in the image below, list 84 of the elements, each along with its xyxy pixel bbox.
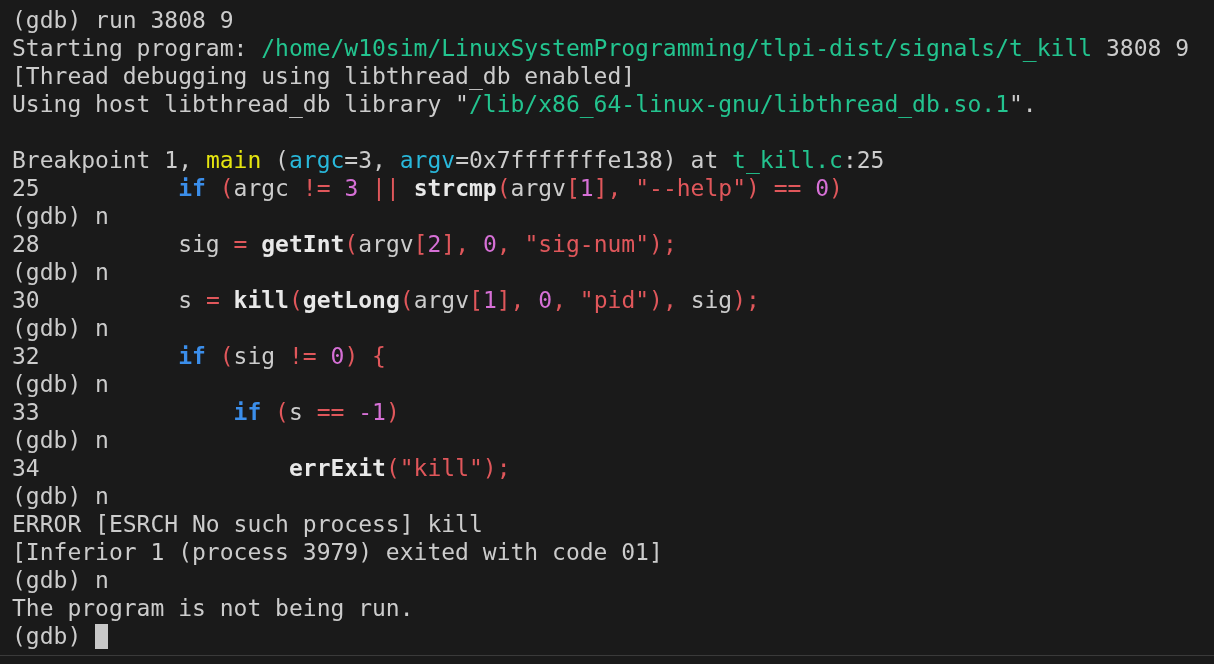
terminal-text: argc	[233, 174, 290, 202]
terminal-text: :25	[842, 146, 885, 174]
terminal-text: [Thread debugging using libthread_db enabled]	[12, 62, 636, 90]
code-keyword: if	[178, 174, 206, 202]
terminal-text: argv	[358, 230, 414, 258]
file-path: /lib/x86_64-linux-gnu/libthread_db.so.1	[468, 90, 1009, 118]
parameter-name: argc	[288, 146, 345, 174]
terminal-text: Starting program:	[12, 34, 249, 62]
terminal-text: sig	[233, 342, 277, 370]
terminal-text: 28 sig	[12, 230, 221, 258]
function-call: strcmp	[412, 174, 497, 202]
terminal-text: 32	[12, 342, 41, 370]
terminal-text: (gdb) n	[12, 370, 109, 398]
terminal-text: (gdb) n	[12, 482, 109, 510]
code-symbols: [	[469, 286, 483, 314]
file-path: t_kill.c	[732, 146, 843, 174]
terminal-text: Breakpoint 1,	[12, 146, 193, 174]
terminal-text: s	[288, 398, 304, 426]
code-keyword: if	[178, 342, 206, 370]
code-symbols: (	[496, 174, 511, 202]
number-literal: 3	[344, 174, 359, 202]
code-symbols: (	[274, 398, 289, 426]
terminal-text: [Inferior 1 (process 3979) exited with code 01]	[12, 538, 663, 566]
number-literal: 1	[579, 174, 594, 202]
terminal-text: (gdb) n	[12, 314, 109, 342]
number-literal: 0	[482, 230, 497, 258]
number-literal: 2	[427, 230, 442, 258]
function-call: kill	[233, 286, 289, 314]
code-symbols: (	[218, 342, 234, 370]
number-literal: 0	[815, 174, 830, 202]
code-symbols: ],	[441, 230, 471, 258]
file-path: /home/w10sim/LinuxSystemProgramming/tlpi-dist/signals/t_kill	[261, 34, 1093, 62]
terminal-text: ".	[1009, 90, 1037, 118]
terminal-text: argv	[510, 174, 566, 202]
number-literal: -1	[358, 398, 386, 426]
terminal-text: (gdb) n	[12, 202, 109, 230]
code-symbols: (	[288, 286, 303, 314]
code-symbols: ) {	[344, 342, 386, 370]
code-symbols: , "sig-num");	[496, 230, 677, 258]
number-literal: 0	[538, 286, 553, 314]
terminal-text: The program is not being run.	[12, 594, 414, 622]
terminal-text: (gdb)	[12, 622, 83, 650]
terminal-text: 30 s	[12, 286, 193, 314]
code-symbols: , "pid"),	[552, 286, 678, 314]
code-symbols: [	[413, 230, 428, 258]
terminal-text: =0x7fffffffe138) at	[455, 146, 720, 174]
code-symbols: ||	[371, 174, 400, 202]
code-symbols: [	[565, 174, 580, 202]
code-symbols: (	[218, 174, 234, 202]
terminal-text: ERROR [ESRCH No such process] kill	[12, 510, 483, 538]
terminal-text: (gdb) run 3808 9	[12, 6, 234, 34]
function-name: main	[205, 146, 262, 174]
parameter-name: argv	[399, 146, 456, 174]
terminal-text: (gdb) n	[12, 258, 109, 286]
code-symbols: );	[732, 286, 760, 314]
code-symbols: !=	[302, 174, 332, 202]
code-symbols: ],	[496, 286, 526, 314]
code-symbols: )	[385, 398, 400, 426]
terminal-text: (	[274, 146, 289, 174]
code-symbols: ("kill");	[385, 454, 511, 482]
code-symbols: =	[205, 286, 221, 314]
terminal-text: 3808 9	[1104, 34, 1190, 62]
function-call: getLong	[302, 286, 400, 314]
code-symbols: (	[344, 230, 359, 258]
terminal-text: =3,	[344, 146, 387, 174]
code-keyword: if	[233, 398, 262, 426]
code-symbols: )	[829, 174, 843, 202]
code-symbols: !=	[288, 342, 318, 370]
terminal-text: 25	[12, 174, 41, 202]
number-literal: 0	[330, 342, 345, 370]
terminal-text: sig	[690, 286, 733, 314]
terminal-text: (gdb) n	[12, 426, 109, 454]
code-symbols: ], "--help") ==	[593, 174, 803, 202]
code-symbols: =	[233, 230, 249, 258]
terminal-text: argv	[413, 286, 469, 314]
terminal-text: 33	[12, 398, 41, 426]
terminal-text: Using host libthread_db library "	[12, 90, 469, 118]
function-call: errExit	[288, 454, 386, 482]
terminal-text: 34	[12, 454, 41, 482]
terminal-text: (gdb) n	[12, 566, 109, 594]
function-call: getInt	[261, 230, 345, 258]
code-symbols: ==	[316, 398, 346, 426]
number-literal: 1	[482, 286, 497, 314]
code-symbols: (	[399, 286, 414, 314]
